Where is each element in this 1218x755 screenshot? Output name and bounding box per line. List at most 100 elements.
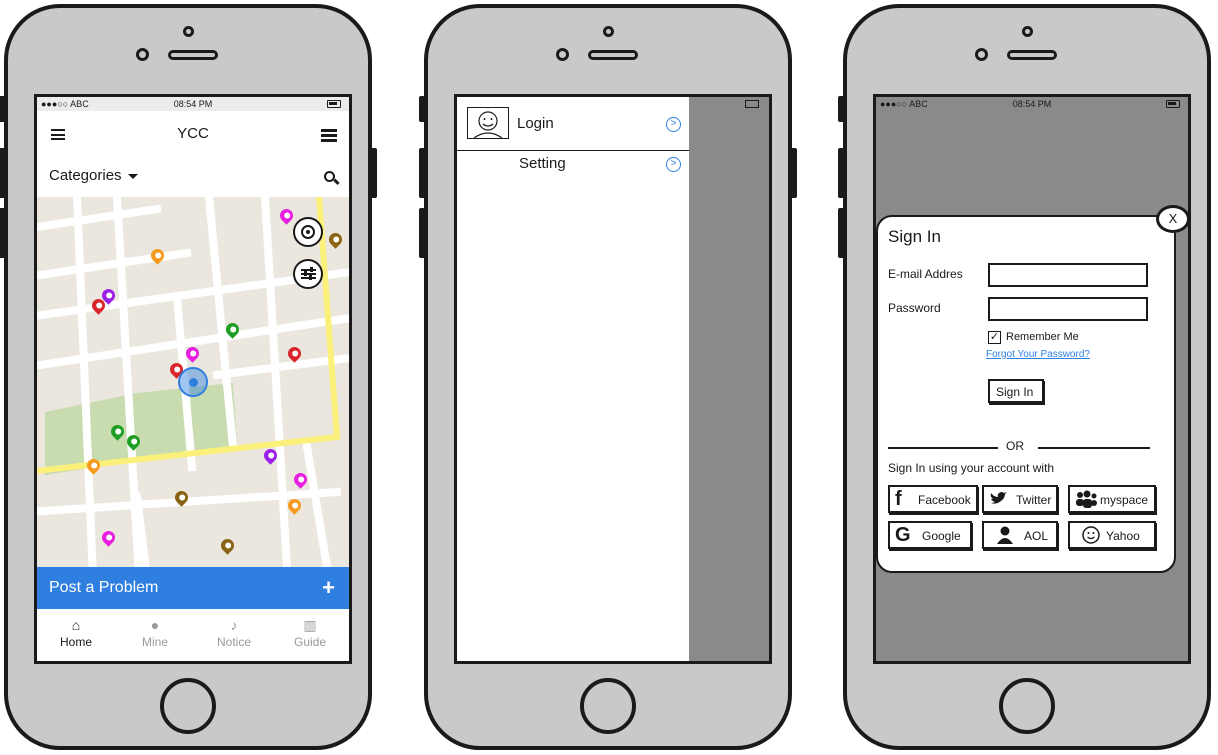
tab-home-label: Home bbox=[59, 635, 92, 649]
power-button bbox=[791, 148, 797, 198]
home-screen: ●●●○○ ABC 08:54 PM YCC Categories Post a… bbox=[34, 94, 352, 664]
battery-icon bbox=[327, 100, 341, 108]
plus-icon: + bbox=[322, 575, 335, 600]
remember-me-label: Remember Me bbox=[1006, 331, 1079, 343]
menu-item-setting-label: Setting bbox=[519, 155, 566, 172]
aol-button[interactable]: AOL bbox=[982, 521, 1058, 549]
close-button[interactable]: X bbox=[1156, 205, 1188, 233]
camera-icon bbox=[1022, 26, 1033, 37]
map-view[interactable] bbox=[37, 197, 349, 567]
home-hardware-button[interactable] bbox=[580, 678, 636, 734]
sliders-icon bbox=[301, 267, 316, 280]
camera-icon bbox=[183, 26, 194, 37]
side-drawer: Login > Setting > bbox=[457, 97, 689, 661]
twitter-label: Twitter bbox=[1016, 493, 1052, 507]
or-label: OR bbox=[1006, 439, 1024, 453]
tab-mine-label: Mine bbox=[141, 635, 168, 649]
volume-up-button bbox=[419, 148, 425, 198]
list-view-icon[interactable] bbox=[321, 129, 337, 142]
password-label: Password bbox=[888, 301, 941, 315]
side-button bbox=[838, 96, 844, 122]
google-icon: G bbox=[895, 524, 911, 546]
email-label: E-mail Addres bbox=[888, 267, 963, 281]
top-nav-bar: YCC bbox=[37, 111, 349, 157]
caret-down-icon bbox=[127, 173, 138, 179]
people-group-icon bbox=[1075, 490, 1097, 508]
signin-dialog: X Sign In E-mail Addres Password ✓ Remem… bbox=[876, 205, 1188, 573]
app-title: YCC bbox=[177, 125, 209, 142]
clock-label: 08:54 PM bbox=[173, 99, 213, 109]
user-icon: ● bbox=[150, 617, 160, 633]
volume-down-button bbox=[838, 208, 844, 258]
sensor-dot bbox=[136, 48, 149, 61]
tab-guide-label: Guide bbox=[293, 635, 327, 649]
google-label: Google bbox=[922, 529, 961, 543]
clock-label: 08:54 PM bbox=[1012, 99, 1052, 109]
sign-in-button[interactable]: Sign In bbox=[988, 379, 1044, 403]
remember-me-checkbox[interactable]: ✓ bbox=[988, 331, 1001, 344]
google-button[interactable]: G Google bbox=[888, 521, 972, 549]
volume-down-button bbox=[0, 208, 5, 258]
tab-mine[interactable]: ● Mine bbox=[120, 617, 190, 649]
map-filter-button[interactable] bbox=[293, 259, 323, 289]
menu-item-setting[interactable]: Setting > bbox=[457, 153, 689, 189]
phone-frame-menu: Login > Setting > bbox=[419, 4, 797, 750]
menu-item-login[interactable]: Login > bbox=[457, 97, 689, 151]
phone-frame-home: ●●●○○ ABC 08:54 PM YCC Categories Post a… bbox=[0, 4, 377, 750]
volume-up-button bbox=[0, 148, 5, 198]
bottom-tab-bar: ⌂ Home ● Mine ♪ Notice ▥ Guide bbox=[37, 609, 349, 661]
sensor-dot bbox=[556, 48, 569, 61]
sensor-dot bbox=[975, 48, 988, 61]
bank-icon: ▥ bbox=[303, 617, 317, 633]
myspace-label: myspace bbox=[1100, 493, 1149, 507]
avatar-icon bbox=[467, 107, 509, 139]
categories-dropdown[interactable]: Categories bbox=[49, 167, 138, 184]
twitter-icon bbox=[989, 490, 1007, 508]
side-button bbox=[0, 96, 5, 122]
side-button bbox=[419, 96, 425, 122]
menu-item-login-label: Login bbox=[517, 115, 554, 132]
aol-label: AOL bbox=[1024, 529, 1049, 543]
forgot-password-link[interactable]: Forgot Your Password? bbox=[986, 349, 1090, 360]
divider-left bbox=[888, 447, 998, 449]
power-button bbox=[371, 148, 377, 198]
tab-home[interactable]: ⌂ Home bbox=[41, 617, 111, 649]
facebook-button[interactable]: f Facebook bbox=[888, 485, 978, 513]
status-bar: ●●●○○ ABC 08:54 PM bbox=[876, 97, 1188, 111]
phone-frame-signin: ●●●○○ ABC 08:54 PM X Sign In E-mail Addr… bbox=[838, 4, 1211, 750]
menu-screen: Login > Setting > bbox=[454, 94, 772, 664]
tab-notice-label: Notice bbox=[216, 635, 251, 649]
user-location-marker bbox=[178, 367, 208, 397]
twitter-button[interactable]: Twitter bbox=[982, 485, 1058, 513]
battery-icon bbox=[1166, 100, 1180, 108]
speaker-grille bbox=[1007, 50, 1057, 60]
dim-overlay[interactable] bbox=[689, 97, 769, 661]
tab-notice[interactable]: ♪ Notice bbox=[199, 617, 269, 649]
home-hardware-button[interactable] bbox=[160, 678, 216, 734]
facebook-label: Facebook bbox=[918, 493, 971, 507]
myspace-button[interactable]: myspace bbox=[1068, 485, 1156, 513]
status-bar: ●●●○○ ABC 08:54 PM bbox=[37, 97, 349, 111]
target-icon bbox=[301, 225, 315, 239]
volume-up-button bbox=[838, 148, 844, 198]
chevron-right-icon: > bbox=[666, 157, 681, 172]
signin-screen: ●●●○○ ABC 08:54 PM X Sign In E-mail Addr… bbox=[873, 94, 1191, 664]
speaker-grille bbox=[168, 50, 218, 60]
email-field[interactable] bbox=[988, 263, 1148, 287]
locate-me-button[interactable] bbox=[293, 217, 323, 247]
categories-label: Categories bbox=[49, 167, 122, 184]
divider-right bbox=[1038, 447, 1150, 449]
yahoo-button[interactable]: Yahoo bbox=[1068, 521, 1156, 549]
search-icon[interactable] bbox=[324, 171, 335, 182]
category-bar: Categories bbox=[37, 157, 349, 197]
post-problem-button[interactable]: Post a Problem + bbox=[37, 567, 349, 609]
password-field[interactable] bbox=[988, 297, 1148, 321]
tab-guide[interactable]: ▥ Guide bbox=[275, 617, 345, 649]
user-icon bbox=[996, 526, 1014, 544]
home-icon: ⌂ bbox=[71, 617, 81, 633]
facebook-icon: f bbox=[895, 488, 902, 510]
post-problem-label: Post a Problem bbox=[49, 579, 159, 596]
home-hardware-button[interactable] bbox=[999, 678, 1055, 734]
volume-down-button bbox=[419, 208, 425, 258]
chevron-right-icon: > bbox=[666, 117, 681, 132]
